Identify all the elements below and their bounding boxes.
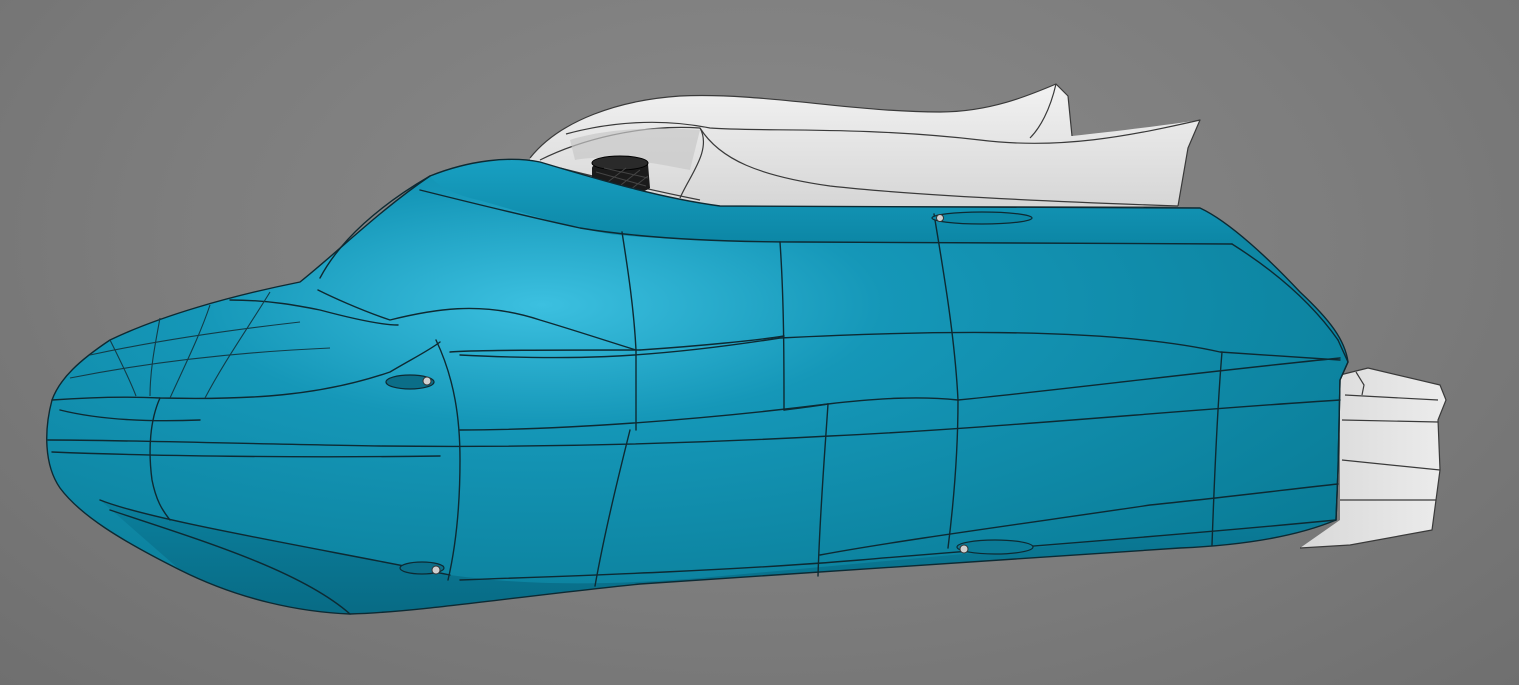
- hull-body: [46, 158, 1349, 615]
- cad-viewport[interactable]: [0, 0, 1519, 685]
- deck-vent: [931, 211, 1033, 225]
- lower-rear-vent: [956, 539, 1034, 555]
- hull-model[interactable]: [0, 0, 1519, 685]
